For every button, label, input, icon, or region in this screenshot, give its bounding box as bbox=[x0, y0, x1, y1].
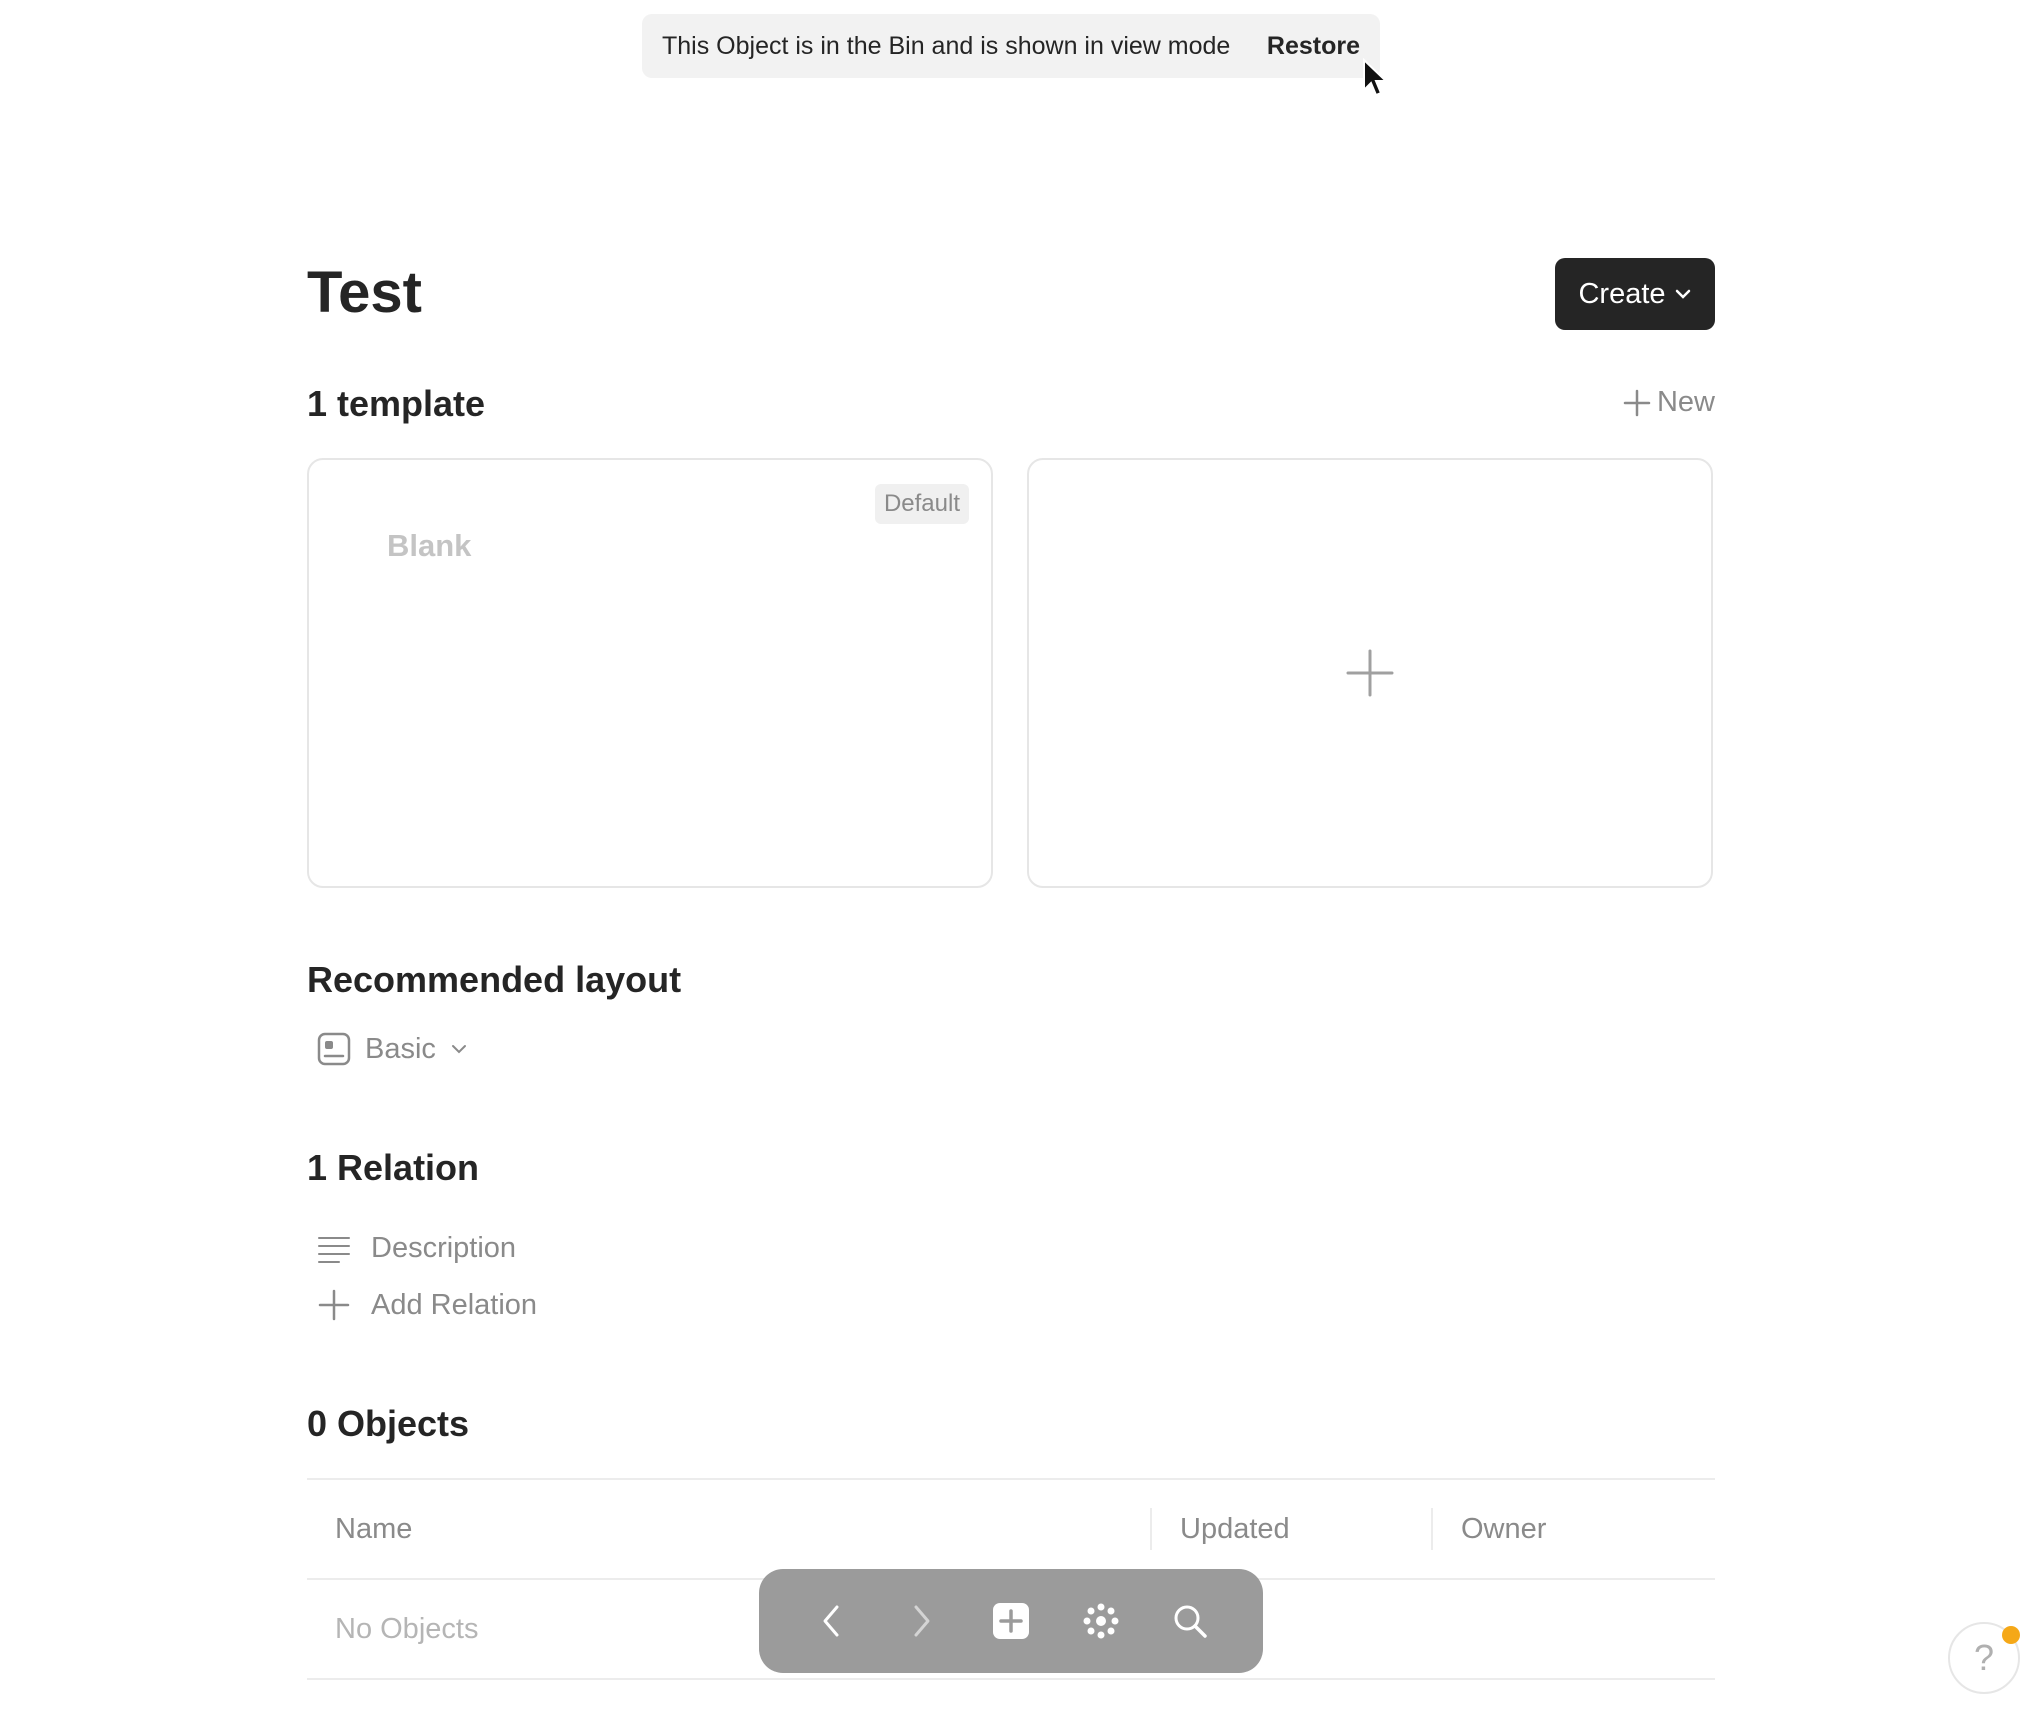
graph-icon[interactable] bbox=[1071, 1591, 1131, 1651]
chevron-down-icon bbox=[451, 1045, 466, 1054]
create-button[interactable]: Create bbox=[1555, 258, 1715, 330]
layout-selector[interactable]: Basic bbox=[317, 1032, 468, 1066]
bin-notice-text: This Object is in the Bin and is shown i… bbox=[662, 31, 1231, 60]
mouse-cursor-icon bbox=[1363, 58, 1389, 97]
default-badge: Default bbox=[874, 484, 969, 524]
template-card-blank[interactable]: Default Blank bbox=[307, 458, 993, 888]
create-button-label: Create bbox=[1578, 277, 1666, 310]
templates-heading: 1 template bbox=[307, 383, 486, 424]
chevron-down-icon bbox=[1675, 289, 1690, 299]
help-button[interactable]: ? bbox=[1948, 1622, 2020, 1694]
text-lines-icon bbox=[318, 1236, 350, 1263]
relations-heading: 1 Relation bbox=[307, 1147, 480, 1188]
restore-button[interactable]: Restore bbox=[1267, 32, 1360, 61]
forward-arrow-icon[interactable] bbox=[891, 1591, 951, 1651]
bin-notice-banner: This Object is in the Bin and is shown i… bbox=[642, 14, 1380, 78]
add-square-icon[interactable] bbox=[981, 1591, 1041, 1651]
objects-heading: 0 Objects bbox=[307, 1403, 470, 1444]
layout-value: Basic bbox=[365, 1032, 436, 1065]
back-arrow-icon[interactable] bbox=[802, 1591, 862, 1651]
column-header-name[interactable]: Name bbox=[307, 1508, 1150, 1550]
plus-icon bbox=[1346, 649, 1394, 697]
relation-item-description[interactable]: Description bbox=[317, 1232, 516, 1265]
add-relation-button[interactable]: Add Relation bbox=[317, 1288, 537, 1322]
add-relation-label: Add Relation bbox=[371, 1288, 538, 1321]
column-header-owner[interactable]: Owner bbox=[1431, 1508, 1715, 1550]
help-label: ? bbox=[1973, 1637, 1995, 1678]
notification-dot bbox=[2002, 1626, 2020, 1644]
search-icon[interactable] bbox=[1160, 1591, 1220, 1651]
new-template-button[interactable]: New bbox=[1623, 386, 1715, 419]
new-template-label: New bbox=[1656, 386, 1715, 418]
page-title: Test bbox=[307, 260, 422, 325]
add-template-card[interactable] bbox=[1027, 458, 1713, 888]
plus-icon bbox=[318, 1289, 350, 1321]
relation-label: Description bbox=[371, 1232, 517, 1264]
column-header-updated[interactable]: Updated bbox=[1150, 1508, 1431, 1550]
template-card-name: Blank bbox=[387, 528, 472, 563]
layout-heading: Recommended layout bbox=[307, 959, 682, 1000]
bottom-navigation-bar bbox=[759, 1569, 1263, 1673]
table-header: Name Updated Owner bbox=[307, 1478, 1715, 1580]
layout-basic-icon bbox=[317, 1032, 351, 1066]
plus-icon bbox=[1623, 389, 1651, 416]
